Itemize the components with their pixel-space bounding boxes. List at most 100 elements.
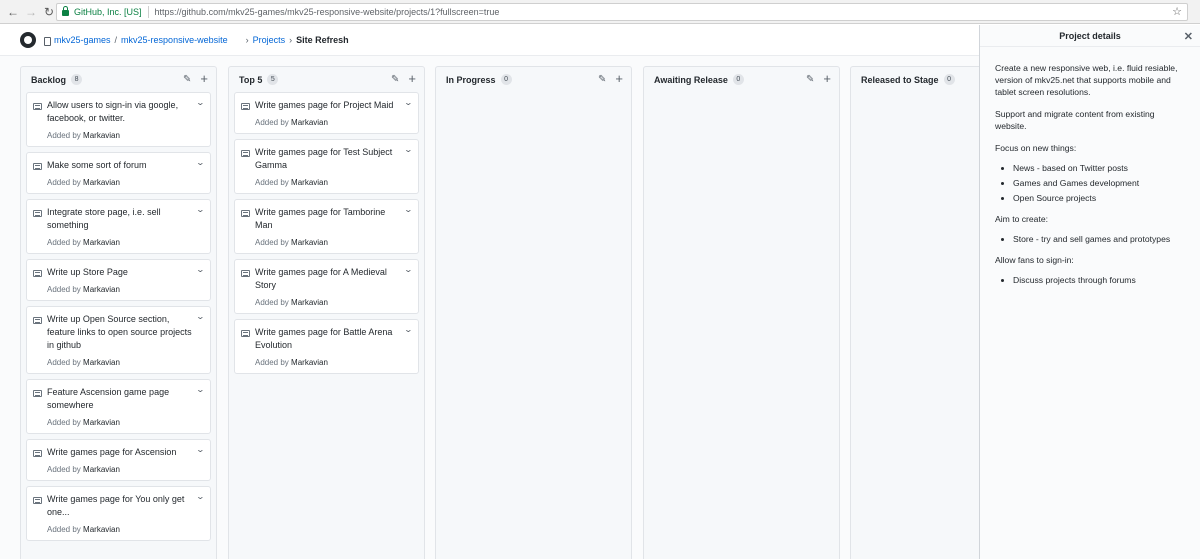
details-body: Create a new responsive web, i.e. fluid … [980,47,1200,286]
chevron-down-icon[interactable]: ⌄ [196,265,205,274]
repo-link[interactable]: mkv25-responsive-website [121,35,228,45]
projects-link[interactable]: Projects [253,35,286,45]
chevron-down-icon[interactable]: ⌄ [404,325,413,334]
details-list-item: Discuss projects through forums [1013,274,1185,286]
column-count-badge: 0 [943,74,955,85]
card[interactable]: ⌄ Write games page for A Medieval Story … [234,259,419,314]
note-icon [241,210,250,217]
note-icon [241,330,250,337]
url-text[interactable]: https://github.com/mkv25-games/mkv25-res… [155,7,500,17]
card[interactable]: ⌄ Make some sort of forum Added by Marka… [26,152,211,194]
card-author-link[interactable]: Markavian [83,465,120,474]
note-icon [33,270,42,277]
card-title: Write games page for Test Subject Gamma [255,147,393,170]
address-bar[interactable]: GitHub, Inc. [US] https://github.com/mkv… [56,3,1188,21]
chevron-down-icon[interactable]: ⌄ [196,98,205,107]
chevron-down-icon[interactable]: ⌄ [404,205,413,214]
chevron-down-icon[interactable]: ⌄ [404,98,413,107]
card[interactable]: ⌄ Integrate store page, i.e. sell someth… [26,199,211,254]
card[interactable]: ⌄ Write games page for Project Maid Adde… [234,92,419,134]
card-added-by: Added by [255,178,289,187]
secure-indicator[interactable]: GitHub, Inc. [US] [62,6,142,17]
column-header: Backlog 8 ✎ + [21,67,216,92]
column-name: Backlog [31,74,67,85]
owner-link[interactable]: mkv25-games [54,35,111,45]
card-title: Feature Ascension game page somewhere [47,387,170,410]
card-title: Write up Store Page [47,267,128,277]
chevron-down-icon[interactable]: ⌄ [196,492,205,501]
pencil-icon[interactable]: ✎ [598,74,606,85]
card-added-by: Added by [255,118,289,127]
card-author-link[interactable]: Markavian [83,178,120,187]
plus-icon[interactable]: + [823,72,831,85]
card-author-link[interactable]: Markavian [83,525,120,534]
card[interactable]: ⌄ Write games page for Tamborine Man Add… [234,199,419,254]
card-added-by: Added by [47,285,81,294]
details-title: Project details [1059,30,1121,41]
chevron-down-icon[interactable]: ⌄ [196,205,205,214]
details-list: Store - try and sell games and prototype… [1013,233,1185,245]
card[interactable]: ⌄ Write games page for Ascension Added b… [26,439,211,481]
card-author-link[interactable]: Markavian [291,298,328,307]
chevron-down-icon[interactable]: ⌄ [196,158,205,167]
plus-icon[interactable]: + [615,72,623,85]
note-icon [33,317,42,324]
chevron-down-icon[interactable]: ⌄ [196,385,205,394]
back-icon[interactable]: ← [4,3,22,21]
card-author-link[interactable]: Markavian [291,358,328,367]
column-header: In Progress 0 ✎ + [436,67,631,92]
plus-icon[interactable]: + [200,72,208,85]
forward-icon[interactable]: → [22,3,40,21]
address-divider [147,6,149,18]
note-icon [33,210,42,217]
chevron-down-icon[interactable]: ⌄ [404,145,413,154]
card-title: Integrate store page, i.e. sell somethin… [47,207,161,230]
chevron-down-icon[interactable]: ⌄ [196,312,205,321]
column-count-badge: 8 [71,74,83,85]
pencil-icon[interactable]: ✎ [391,74,399,85]
pencil-icon[interactable]: ✎ [183,74,191,85]
column-count-badge: 0 [500,74,512,85]
github-header: mkv25-games / mkv25-responsive-website ›… [0,25,980,55]
note-icon [241,270,250,277]
card[interactable]: ⌄ Allow users to sign-in via google, fac… [26,92,211,147]
pencil-icon[interactable]: ✎ [806,74,814,85]
card[interactable]: ⌄ Feature Ascension game page somewhere … [26,379,211,434]
card-author-link[interactable]: Markavian [83,358,120,367]
card[interactable]: ⌄ Write up Open Source section, feature … [26,306,211,374]
column-top-5: Top 5 5 ✎ + ⌄ Write games page for Proje… [228,66,425,559]
card-author-link[interactable]: Markavian [291,238,328,247]
chevron-down-icon[interactable]: ⌄ [196,445,205,454]
card-added-by: Added by [47,178,81,187]
column-backlog: Backlog 8 ✎ + ⌄ Allow users to sign-in v… [20,66,217,559]
details-paragraph: Allow fans to sign-in: [995,255,1074,265]
close-icon[interactable]: ✕ [1184,30,1193,43]
column-name: Awaiting Release [654,74,728,85]
column-in-progress: In Progress 0 ✎ + [435,66,632,559]
lock-icon [62,6,69,16]
column-header: Awaiting Release 0 ✎ + [644,67,839,92]
card-author-link[interactable]: Markavian [83,418,120,427]
card-author-link[interactable]: Markavian [83,285,120,294]
column-count-badge: 5 [267,74,279,85]
card-author-link[interactable]: Markavian [83,131,120,140]
column-released-to-stage: Released to Stage 0 [850,66,980,559]
card-author-link[interactable]: Markavian [291,178,328,187]
plus-icon[interactable]: + [408,72,416,85]
note-icon [33,103,42,110]
card-added-by: Added by [47,418,81,427]
card[interactable]: ⌄ Write games page for You only get one.… [26,486,211,541]
browser-toolbar: ← → ↻ GitHub, Inc. [US] https://github.c… [0,0,1200,24]
repo-icon [44,36,51,46]
details-list-item: Open Source projects [1013,192,1185,204]
star-icon[interactable]: ☆ [1172,5,1182,18]
card[interactable]: ⌄ Write up Store Page Added by Markavian [26,259,211,301]
chevron-down-icon[interactable]: ⌄ [404,265,413,274]
card[interactable]: ⌄ Write games page for Battle Arena Evol… [234,319,419,374]
details-list-item: News - based on Twitter posts [1013,162,1185,174]
card-author-link[interactable]: Markavian [291,118,328,127]
github-logo-icon[interactable] [20,32,36,48]
card-author-link[interactable]: Markavian [83,238,120,247]
column-header: Released to Stage 0 [851,67,980,92]
card[interactable]: ⌄ Write games page for Test Subject Gamm… [234,139,419,194]
